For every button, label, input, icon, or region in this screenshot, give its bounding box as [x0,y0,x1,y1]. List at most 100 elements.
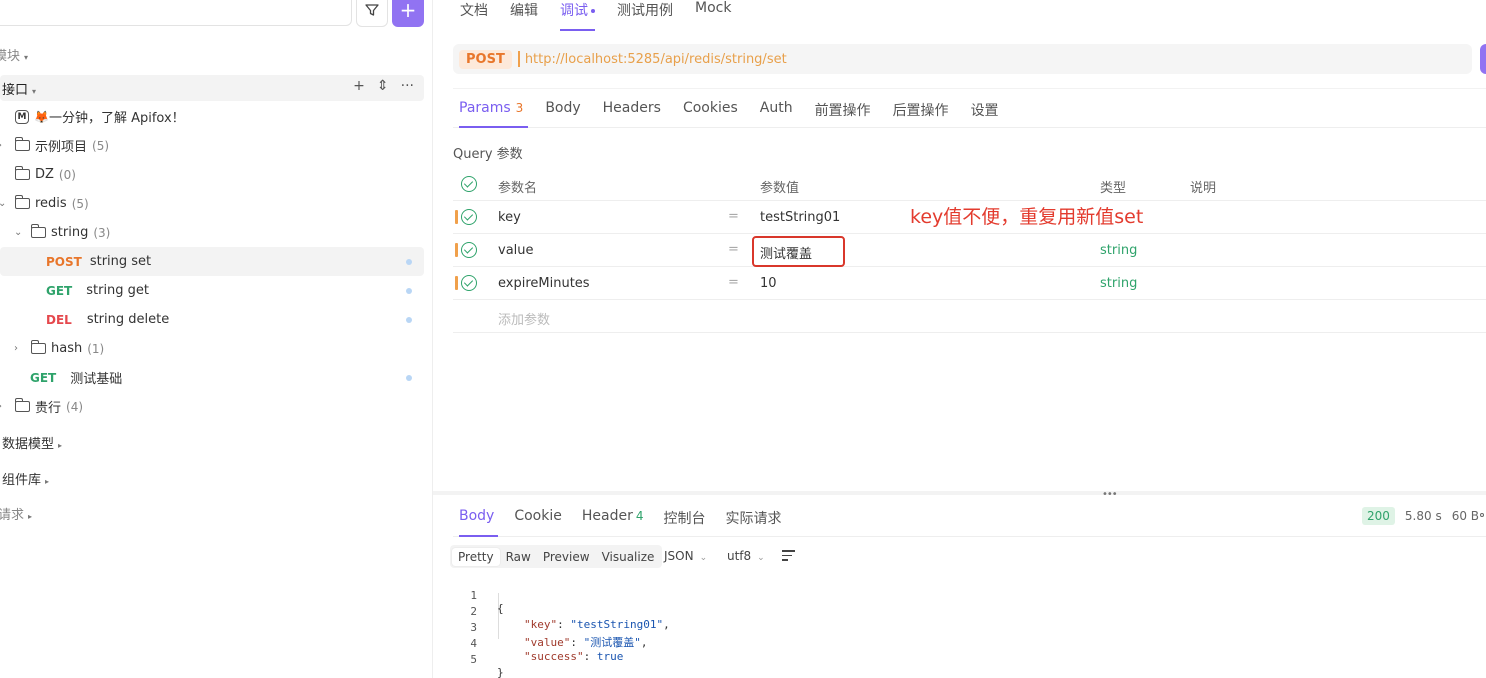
request-tabs: Params 3 Body Headers Cookies Auth 前置操作 后… [453,88,1486,128]
send-button[interactable] [1480,44,1486,74]
add-param-row[interactable]: 添加参数 [453,300,1486,333]
table-row: value = 测试覆盖 string [453,234,1486,267]
tab-docs[interactable]: 文档 [460,0,499,31]
add-button[interactable]: + [392,0,424,27]
method-select[interactable]: POST [459,49,512,69]
tab-response-body[interactable]: Body [453,497,504,537]
row-checkbox[interactable] [461,242,477,258]
language-select[interactable]: JSON ⌄ [664,549,707,563]
tree-api-string-delete[interactable]: DEL string delete [0,305,424,334]
api-section-header[interactable]: 接口 ▾ + ⇕ ··· [0,75,424,101]
row-checkbox[interactable] [461,209,477,225]
tree-item-label: 示例项目 [35,140,88,155]
more-icon[interactable]: ··· [401,78,414,94]
encoding-select[interactable]: utf8 ⌄ [727,549,765,563]
tab-label: Header [581,508,633,524]
tree-item-intro[interactable]: M 🦊 一分钟，了解 Apifox！ [0,102,424,131]
tab-edit[interactable]: 编辑 [499,0,549,31]
url-input[interactable]: http://localhost:5285/api/redis/string/s… [525,52,787,67]
tree-api-string-set[interactable]: POST string set [0,247,424,276]
status-dot [406,287,412,294]
status-dot [406,258,412,265]
drag-handle[interactable] [455,276,458,290]
format-visualize[interactable]: Visualize [596,548,661,566]
api-label: 接口 [2,83,29,98]
tree-folder-dz[interactable]: DZ (0) [0,160,424,189]
tree-folder-example[interactable]: › 示例项目 (5) [0,131,424,160]
select-all-checkbox[interactable] [461,176,477,192]
param-value[interactable]: testString01 [760,210,840,225]
tree-folder-redis[interactable]: ⌄ redis (5) [0,189,424,218]
format-preview[interactable]: Preview [537,548,596,566]
chevron-right-icon[interactable]: › [0,401,2,412]
tree-folder-guihang[interactable]: › 贵行 (4) [0,392,424,421]
tree-item-label: hash [51,341,83,356]
tree-api-string-get[interactable]: GET string get [0,276,424,305]
param-name[interactable]: key [498,210,521,225]
tab-params[interactable]: Params 3 [453,89,534,128]
annotation-highlight-box [752,236,845,267]
add-param-placeholder[interactable]: 添加参数 [498,309,550,328]
column-header-desc: 说明 [1190,181,1217,196]
sort-icon[interactable]: ⇕ [377,78,389,94]
filter-button[interactable] [356,0,388,27]
more-icon[interactable] [1480,513,1484,517]
code-text: "key": "testString01", [524,618,670,631]
tab-label: Cookie [514,508,562,524]
param-name[interactable]: value [498,243,534,258]
tree-item-label: 贵行 [35,401,62,416]
drag-handle[interactable] [455,210,458,224]
tab-test-cases[interactable]: 测试用例 [606,0,684,31]
tab-settings[interactable]: 设置 [960,89,1010,127]
folder-icon [14,195,30,209]
method-badge: DEL [46,312,72,327]
chevron-right-icon[interactable]: › [0,140,2,151]
tab-auth[interactable]: Auth [749,89,804,127]
tree-api-test-basic[interactable]: GET 测试基础 [0,363,424,392]
tab-response-header[interactable]: Header 4 [572,497,654,536]
row-checkbox[interactable] [461,275,477,291]
tab-label: Auth [759,100,793,116]
json-value: "测试覆盖" [583,636,641,649]
tab-cookies[interactable]: Cookies [672,89,749,127]
tree-folder-string[interactable]: ⌄ string (3) [0,218,424,247]
tab-console[interactable]: 控制台 [654,497,716,536]
components-section[interactable]: 组件库 ▸ [0,469,49,488]
status-badge: 200 [1362,507,1395,525]
code-text: { [497,602,504,615]
param-value[interactable]: 10 [760,276,777,291]
drag-handle[interactable] [455,243,458,257]
code-text: "value": "测试覆盖", [524,636,648,649]
requests-section[interactable]: 请求 ▸ [0,504,32,523]
tab-response-cookie[interactable]: Cookie [504,497,572,536]
folder-icon [14,398,30,412]
modules-section[interactable]: 模块 ▾ [0,45,28,64]
chevron-down-icon[interactable]: ⌄ [14,227,22,238]
modules-label: 模块 [0,49,21,64]
param-type[interactable]: string [1100,276,1137,291]
param-name[interactable]: expireMinutes [498,276,590,291]
format-raw[interactable]: Raw [500,548,537,566]
tab-body[interactable]: Body [534,89,591,127]
tab-debug[interactable]: 调试 [560,0,595,31]
plus-icon[interactable]: + [353,78,365,94]
search-input[interactable] [0,0,352,26]
caret-right-icon: ▸ [58,441,63,450]
tab-actual-request[interactable]: 实际请求 [716,497,792,536]
url-bar[interactable]: POST http://localhost:5285/api/redis/str… [453,44,1472,74]
wrap-lines-icon[interactable] [782,550,795,562]
param-type[interactable]: string [1100,243,1137,258]
data-models-section[interactable]: 数据模型 ▸ [0,433,62,452]
tab-post-processors[interactable]: 后置操作 [882,89,960,127]
panel-splitter[interactable] [433,491,1486,495]
tab-mock[interactable]: Mock [684,0,742,31]
chevron-right-icon[interactable]: › [14,343,18,354]
tab-headers[interactable]: Headers [592,89,672,127]
table-header: 参数名 参数值 类型 说明 [453,168,1486,201]
tab-label: 调试 [560,3,588,19]
format-pretty[interactable]: Pretty [452,547,500,566]
sidebar: + 模块▾ 接口▾ + ⇕ ··· M 🦊 一分钟，了解 Apifox！ › 示… [0,0,433,678]
tree-folder-hash[interactable]: › hash (1) [0,334,424,363]
tab-pre-processors[interactable]: 前置操作 [804,89,882,127]
chevron-down-icon[interactable]: ⌄ [0,198,6,209]
